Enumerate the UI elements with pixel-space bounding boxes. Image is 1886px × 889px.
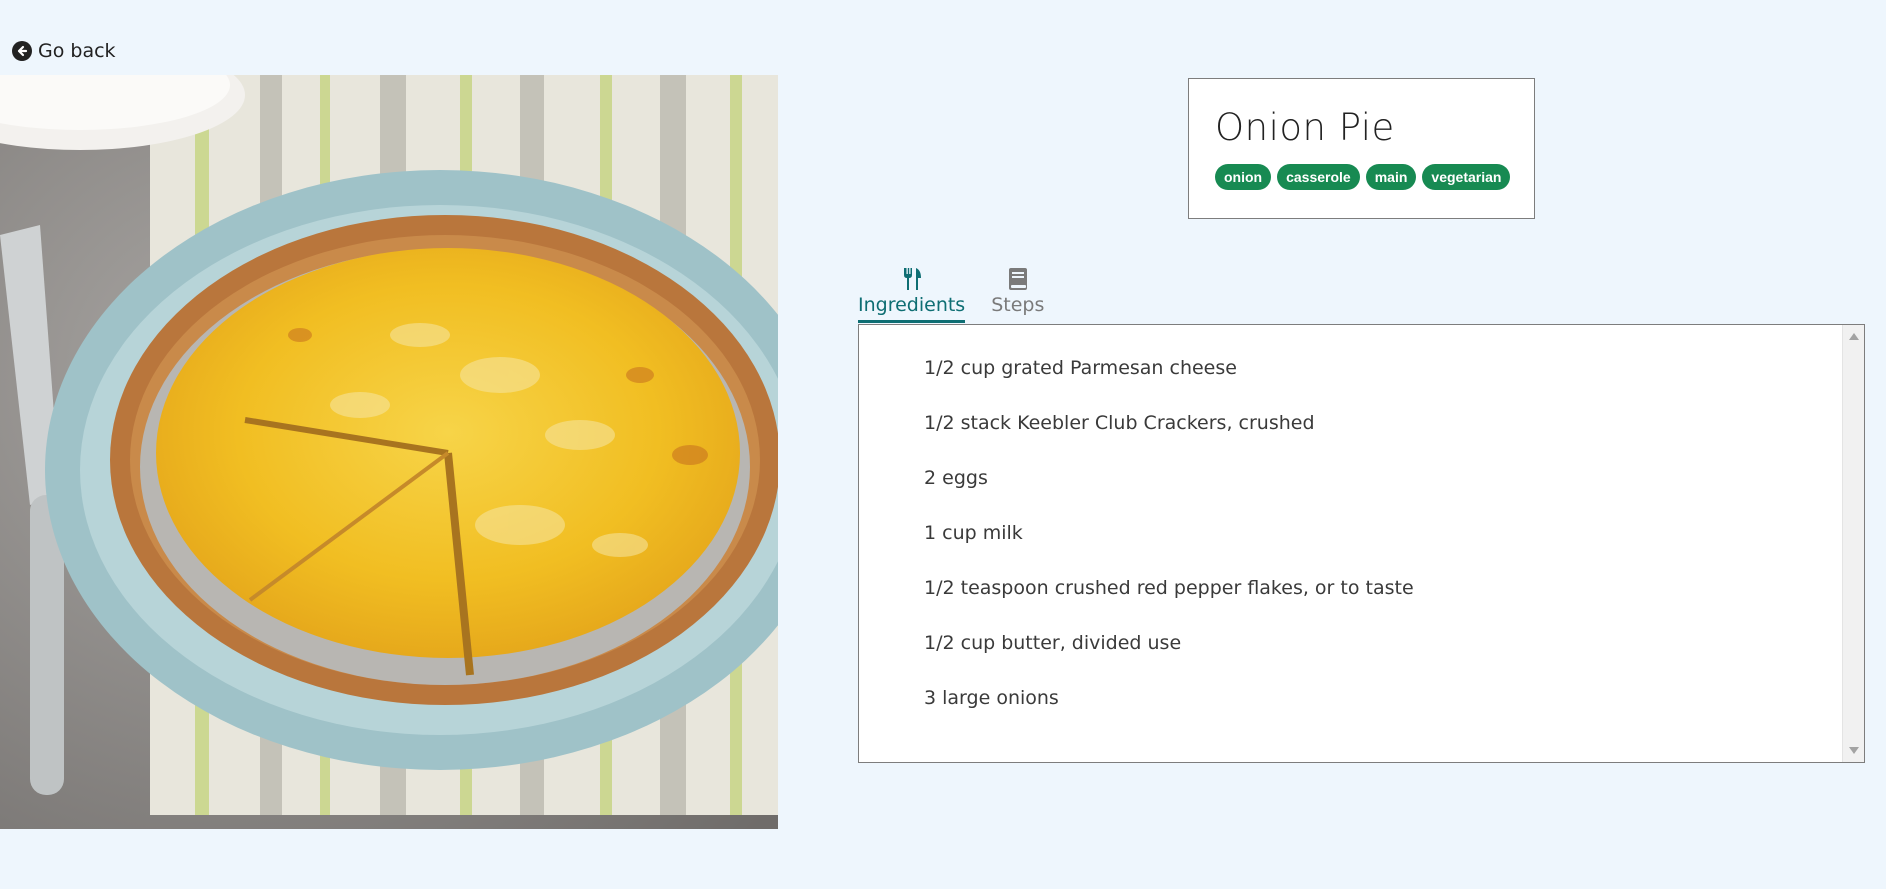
ingredient-item: 1/2 teaspoon crushed red pepper flakes, … — [924, 577, 1414, 599]
tab-ingredients[interactable]: Ingredients — [858, 266, 966, 323]
utensils-icon — [902, 266, 922, 292]
tab-steps-label: Steps — [991, 294, 1045, 316]
scroll-up-arrow-icon[interactable] — [1849, 333, 1859, 340]
recipe-title: Onion Pie — [1215, 106, 1395, 149]
go-back-label: Go back — [38, 40, 116, 62]
tab-steps[interactable]: Steps — [991, 266, 1044, 323]
recipe-page: Go back Onion Pie onion casserole main v… — [0, 0, 1886, 889]
tag-main[interactable]: main — [1365, 164, 1417, 190]
ingredient-item: 1/2 stack Keebler Club Crackers, crushed — [924, 412, 1315, 434]
arrow-left-circle-icon — [12, 41, 32, 61]
recipe-title-card: Onion Pie onion casserole main vegetaria… — [1188, 78, 1535, 219]
scrollbar[interactable] — [1842, 325, 1864, 762]
tag-casserole[interactable]: casserole — [1277, 164, 1360, 190]
ingredients-list: 1/2 cup grated Parmesan cheese 1/2 stack… — [859, 325, 1864, 741]
ingredient-item: 1/2 cup grated Parmesan cheese — [924, 357, 1237, 379]
ingredient-item: 2 eggs — [924, 467, 988, 489]
tag-list: onion casserole main vegetarian — [1215, 164, 1534, 190]
tab-ingredients-label: Ingredients — [858, 294, 966, 316]
recipe-tabs: Ingredients Steps — [858, 266, 1044, 323]
scroll-down-arrow-icon[interactable] — [1849, 747, 1859, 754]
go-back-link[interactable]: Go back — [12, 40, 116, 62]
ingredient-item: 3 large onions — [924, 687, 1059, 709]
tag-onion[interactable]: onion — [1215, 164, 1272, 190]
tag-vegetarian[interactable]: vegetarian — [1422, 164, 1511, 190]
ingredients-panel[interactable]: 1/2 cup grated Parmesan cheese 1/2 stack… — [858, 324, 1865, 763]
ingredient-item: 1 cup milk — [924, 522, 1023, 544]
recipe-photo — [0, 75, 778, 829]
book-icon — [1008, 266, 1028, 292]
ingredient-item: 1/2 cup butter, divided use — [924, 632, 1182, 654]
